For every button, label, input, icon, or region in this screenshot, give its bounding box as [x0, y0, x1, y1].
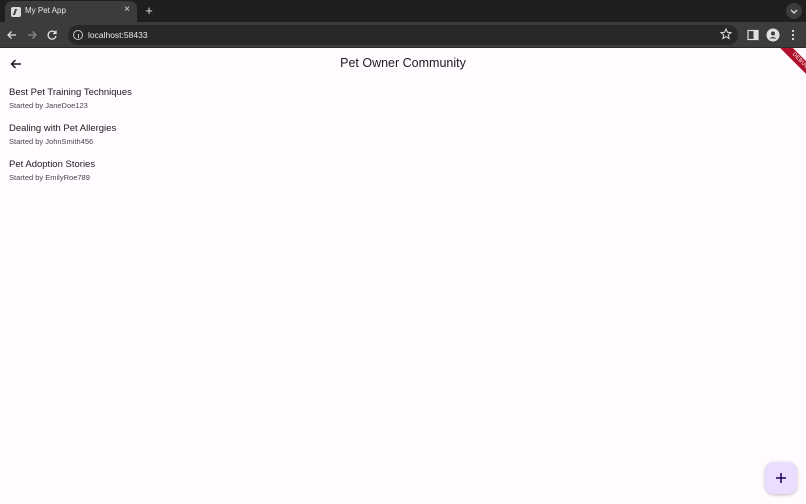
browser-tab-strip: My Pet App × +: [0, 0, 806, 22]
reload-icon[interactable]: [44, 27, 60, 43]
add-thread-fab[interactable]: [765, 462, 797, 494]
browser-toolbar: localhost:58433: [0, 22, 806, 48]
add-icon: [776, 473, 786, 483]
more-menu-icon[interactable]: [785, 27, 801, 43]
debug-banner: DEBUG: [766, 48, 806, 88]
thread-list: Best Pet Training Techniques Started by …: [9, 87, 789, 195]
debug-label: DEBUG: [777, 48, 806, 85]
browser-tab[interactable]: My Pet App ×: [5, 1, 137, 22]
list-item[interactable]: Dealing with Pet Allergies Started by Jo…: [9, 123, 789, 159]
back-nav-icon[interactable]: [4, 27, 20, 43]
tab-title: My Pet App: [25, 6, 66, 15]
bookmark-star-icon[interactable]: [720, 27, 732, 41]
thread-author: Started by JaneDoe123: [9, 101, 88, 110]
thread-title: Pet Adoption Stories: [9, 159, 96, 170]
page-title: Pet Owner Community: [340, 56, 466, 70]
new-tab-icon[interactable]: +: [142, 4, 156, 18]
side-panel-icon[interactable]: [745, 27, 761, 43]
chevron-down-icon: [790, 9, 798, 14]
app-bar: Pet Owner Community: [0, 48, 806, 80]
flutter-favicon-icon: [11, 7, 21, 17]
thread-author: Started by EmilyRoe789: [9, 173, 90, 182]
list-item[interactable]: Best Pet Training Techniques Started by …: [9, 87, 789, 123]
site-info-icon[interactable]: [73, 30, 83, 40]
address-url[interactable]: localhost:58433: [88, 30, 148, 40]
tab-search-button[interactable]: [786, 3, 802, 19]
list-item[interactable]: Pet Adoption Stories Started by EmilyRoe…: [9, 159, 789, 195]
forward-nav-icon[interactable]: [24, 27, 40, 43]
thread-title: Dealing with Pet Allergies: [9, 123, 117, 134]
thread-author: Started by JohnSmith456: [9, 137, 94, 146]
thread-title: Best Pet Training Techniques: [9, 87, 132, 98]
address-bar[interactable]: localhost:58433: [68, 25, 738, 45]
tab-close-icon[interactable]: ×: [121, 4, 133, 16]
profile-icon[interactable]: [765, 27, 781, 43]
